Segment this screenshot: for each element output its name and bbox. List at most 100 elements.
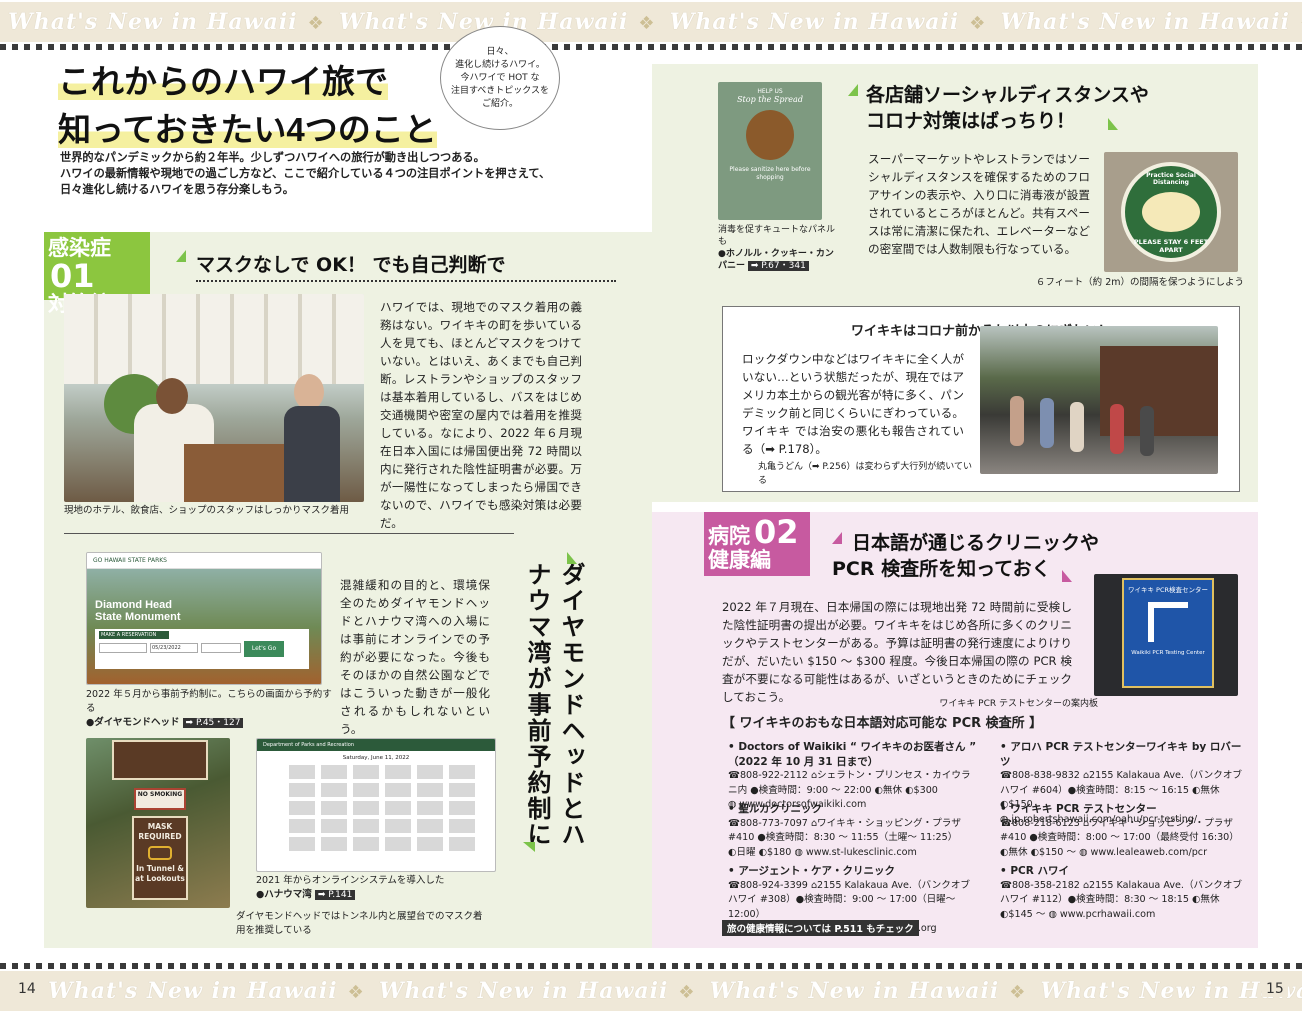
clinic-name: • ワイキキ PCR テストセンター (1000, 803, 1157, 815)
dh-page-ref[interactable]: ➡ P.45・127 (182, 718, 244, 728)
badge2-label: 病院 (708, 524, 750, 548)
site2-date: Saturday, June 11, 2022 (342, 755, 410, 761)
band-text: What's New in Hawaii (709, 978, 1000, 1004)
hanauma-caption-text: 2021 年からオンラインシステムを導入した (256, 875, 445, 886)
header-pattern-band: What's New in Hawaii ❖ What's New in Hawa… (0, 0, 1302, 44)
bubble-text: 日々、 進化し続けるハワイ。 今ハワイで HOT な 注目すべきトピックスを ご… (450, 46, 550, 109)
pineapple-icon: ❖ (678, 982, 695, 1003)
zigzag-border (0, 44, 1302, 50)
clinic-info: ☎808-218-6123 ⌂ワイキキ・ショッピング・プラザ #410 ●検査時… (1000, 817, 1239, 858)
dh-name: ●ダイヤモンドヘッド (86, 717, 180, 728)
shop-body: スーパーマーケットやレストランではソーシャルディスタンスを確保するためのフロアサ… (868, 152, 1090, 256)
site-title-2: State Monument (95, 611, 181, 623)
sign-mask-required: MASK REQUIRED (138, 822, 182, 841)
waikiki-caption: 丸亀うどん（➡ P.256）は変わらず大行列が続いている (758, 462, 973, 486)
pcr-photo-caption: ワイキキ PCR テストセンターの案内板 (939, 699, 1098, 709)
dh-caption: 2022 年５月から事前予約制に。こちらの画面から予約する ●ダイヤモンドヘッド… (86, 688, 336, 730)
intro-text: 世界的なパンデミックから約２年半。少しずつハワイへの旅行が動き出しつつある。 ハ… (60, 151, 551, 196)
clinic-list-title: 【 ワイキキのおもな日本語対応可能な PCR 検査所 】 (722, 716, 1043, 731)
section-divider (64, 533, 514, 534)
sign-stop-spread: Stop the Spread (737, 95, 803, 104)
clinic-item: • PCR ハワイ ☎808-358-2182 ⌂2155 Kalakaua A… (1000, 864, 1244, 922)
sign-tunnel: In Tunnel & at Lookouts (135, 864, 185, 883)
pineapple-icon: ❖ (1009, 982, 1026, 1003)
shop-heading-2: コロナ対策はばっちり！ (866, 110, 1076, 132)
health-info-tag[interactable]: 旅の健康情報については P.511 もチェック (722, 920, 919, 936)
band-text: What's New in Hawaii (48, 978, 338, 1004)
page-number-left: 14 (14, 981, 40, 997)
waikiki-body: ロックダウン中などはワイキキに全く人がいない…という状態だったが、現在ではアメリ… (742, 352, 964, 456)
cookie-caption: 消毒を促すキュートなパネルも ●ホノルル・クッキー・カンパニー ➡ P.67・3… (718, 224, 836, 272)
mask-sign-photo: NO SMOKING MASK REQUIRED In Tunnel & at … (86, 738, 230, 908)
sec2-heading: 日本語が通じるクリニックや PCR 検査所を知っておく (832, 530, 1132, 582)
pineapple-icon: ❖ (638, 13, 655, 34)
reserve-vertical-heading: ダイヤモンドヘッドとハナウマ湾が事前予約制に (523, 562, 585, 848)
main-title: これからのハワイ旅で 知っておきたい4つのこと (58, 58, 458, 154)
section-badge-02: 病院 02 健康編 (704, 512, 810, 576)
page-number-right: 15 (1262, 981, 1288, 997)
pcr-sign-jp: ワイキキ PCR検査センター (1127, 586, 1209, 594)
sec1-photo-caption: 現地のホテル、飲食店、ショップのスタッフはしっかりマスク着用 (64, 505, 350, 516)
sec1-body: ハワイでは、現地でのマスク着用の義務はない。ワイキキの町を歩いている人を見ても、… (380, 300, 582, 530)
sec2-heading-2: PCR 検査所を知っておく (832, 558, 1051, 580)
diamond-head-site-screenshot: GO HAWAII STATE PARKS Diamond Head State… (86, 552, 322, 685)
hanauma-site-screenshot: Department of Parks and Recreation Satur… (256, 738, 496, 872)
pcr-sign-photo: ワイキキ PCR検査センター Waikiki PCR Testing Cente… (1094, 574, 1238, 696)
waikiki-street-photo (980, 326, 1218, 474)
pineapple-icon: ❖ (969, 13, 986, 34)
clinic-name: • PCR ハワイ (1000, 865, 1070, 877)
reserve-body: 混雑緩和の目的と、環境保全のためダイヤモンドヘッドとハナウマ湾への入場には事前に… (340, 578, 490, 736)
clinic-item: • ワイキキ PCR テストセンター ☎808-218-6123 ⌂ワイキキ・シ… (1000, 802, 1244, 860)
site-date-field[interactable]: 05/23/2022 (150, 643, 198, 653)
shop-heading-1: 各店舗ソーシャルディスタンスや (866, 84, 1149, 106)
cookie-page-ref[interactable]: ➡ P.67・341 (747, 261, 809, 271)
mask-sign-caption: ダイヤモンドヘッドではトンネル内と展望台でのマスク着用を推奨している (236, 911, 483, 936)
site-make-reservation[interactable]: MAKE A RESERVATION (99, 631, 169, 639)
clinic-name: • アージェント・ケア・クリニック (728, 865, 896, 877)
sign-sanitize: Please sanitize here before shopping (729, 166, 811, 181)
floor-caption: ６フィート（約 2m）の間隔を保つようにしよう (1035, 277, 1244, 288)
speech-bubble: 日々、 進化し続けるハワイ。 今ハワイで HOT な 注目すべきトピックスを ご… (440, 26, 560, 130)
title-line-2: 知っておきたい4つのこと (58, 111, 437, 148)
pineapple-icon: ❖ (1298, 13, 1302, 34)
section-badge-01: 感染症01 対策編 (44, 232, 150, 316)
clinic-name: • Doctors of Waikiki “ ワイキキのお医者さん ” （202… (728, 741, 977, 768)
band-text: What's New in Hawaii (378, 978, 669, 1004)
hanauma-name: ●ハナウマ湾 (256, 889, 312, 900)
site2-head: Department of Parks and Recreation (257, 739, 495, 751)
sec2-heading-1: 日本語が通じるクリニックや (852, 532, 1100, 554)
sec1-heading: マスクなしで OK！ でも自己判断で (196, 252, 616, 282)
cookie-sign-photo: HELP US Stop the Spread Please sanitize … (718, 82, 822, 220)
badge2-sublabel: 健康編 (708, 548, 771, 572)
sign-no-smoking: NO SMOKING (134, 788, 186, 810)
band-text: What's New in Hawaii (8, 9, 298, 35)
clinic-item: • 聖ルカクリニック ☎808-773-7097 ⌂ワイキキ・ショッピング・プラ… (728, 802, 978, 860)
shop-heading: 各店舗ソーシャルディスタンスや コロナ対策はばっちり！ (866, 82, 1206, 134)
floor-sign-photo: Practice Social Distancing PLEASE STAY 6… (1104, 152, 1238, 272)
dh-caption-text: 2022 年５月から事前予約制に。こちらの画面から予約する (86, 689, 332, 714)
clinic-name: • アロハ PCR テストセンターワイキキ by ロバーツ (1000, 741, 1242, 768)
hotel-staff-photo (64, 294, 364, 502)
site-go-button[interactable]: Let's Go (244, 641, 284, 657)
pineapple-icon: ❖ (307, 13, 324, 34)
hanauma-caption: 2021 年からオンラインシステムを導入した ●ハナウマ湾 ➡ P.141 (256, 874, 496, 902)
sec2-body: 2022 年７月現在、日本帰国の際には現地出発 72 時間前に受検した陰性証明書… (722, 600, 1072, 704)
pineapple-icon: ❖ (347, 982, 364, 1003)
badge2-number: 02 (754, 513, 799, 551)
site-title-1: Diamond Head (95, 599, 173, 611)
title-line-1: これからのハワイ旅で (58, 63, 388, 100)
band-text: What's New in Hawaii (1000, 9, 1291, 35)
badge-number: 01 (50, 257, 95, 295)
band-text: What's New in Hawaii (669, 9, 960, 35)
sign-help: HELP US (757, 88, 783, 95)
footer-pattern-band: What's New in Hawaii ❖ What's New in Hawa… (0, 969, 1302, 1013)
clinic-info: ☎808-773-7097 ⌂ワイキキ・ショッピング・プラザ #410 ●検査時… (728, 817, 961, 858)
site-brand: GO HAWAII STATE PARKS (87, 553, 321, 569)
floor-text-2: PLEASE STAY 6 FEET APART (1133, 238, 1209, 254)
floor-text-1: Practice Social Distancing (1146, 172, 1196, 186)
clinic-info: ☎808-358-2182 ⌂2155 Kalakaua Ave.（バンクオブハ… (1000, 879, 1243, 920)
pcr-sign-en: Waikiki PCR Testing Center (1131, 650, 1205, 656)
hanauma-page-ref[interactable]: ➡ P.141 (314, 890, 356, 900)
clinic-name: • 聖ルカクリニック (728, 803, 823, 815)
cookie-caption-text: 消毒を促すキュートなパネルも (718, 225, 836, 247)
